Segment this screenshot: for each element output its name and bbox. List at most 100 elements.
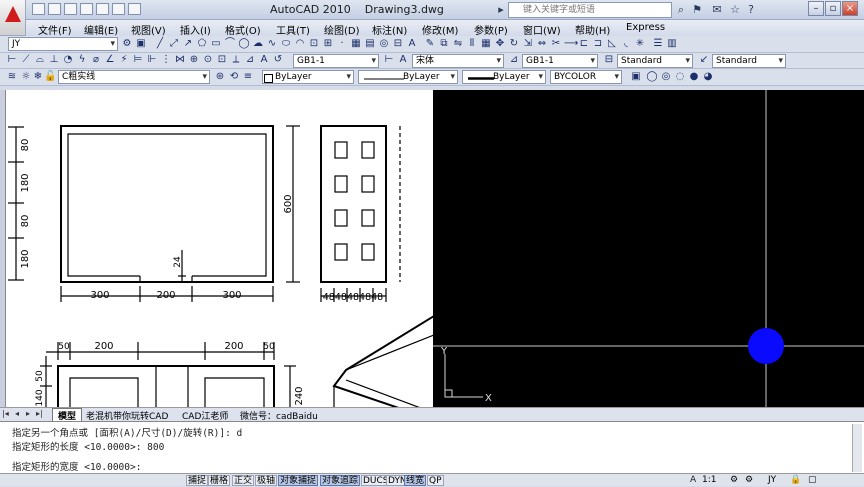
chamfer-icon[interactable]: ◺: [606, 38, 618, 50]
layer-states-icon[interactable]: ≡: [242, 71, 254, 83]
grid-toggle[interactable]: 栅格: [208, 475, 231, 486]
continue-dim-icon[interactable]: ⊩: [146, 54, 158, 66]
qp-toggle[interactable]: QP: [427, 475, 444, 486]
open-icon[interactable]: [48, 3, 61, 15]
region-icon[interactable]: ◎: [378, 38, 390, 50]
clean-screen-icon[interactable]: ▢: [808, 475, 817, 485]
lineweight-toggle[interactable]: 线宽: [404, 475, 427, 486]
properties-icon[interactable]: ☰: [652, 38, 664, 50]
make-current-layer-icon[interactable]: ⊛: [214, 71, 226, 83]
hidden-style-icon[interactable]: ◌: [674, 71, 686, 83]
command-prompt[interactable]: 指定矩形的宽度 <10.0000>:: [12, 459, 141, 473]
design-center-icon[interactable]: ▥: [666, 38, 678, 50]
layer-on-icon[interactable]: ☼: [20, 71, 32, 83]
menu-parametric[interactable]: 参数(P): [474, 22, 508, 37]
menu-view[interactable]: 视图(V): [131, 22, 166, 37]
scale-icon[interactable]: ⇲: [522, 38, 534, 50]
search-icon[interactable]: ⌕: [674, 3, 688, 16]
dim-space-icon[interactable]: ⋮: [160, 54, 172, 66]
dimedit-icon[interactable]: ⊿: [244, 54, 256, 66]
offset-icon[interactable]: ⫴: [466, 38, 478, 50]
ordinate-dim-icon[interactable]: ⊥: [48, 54, 60, 66]
trim-icon[interactable]: ✂: [550, 38, 562, 50]
annotation-scale[interactable]: 1:1: [702, 475, 716, 485]
model-viewport[interactable]: Y X: [433, 90, 864, 407]
tab-model[interactable]: 模型: [52, 408, 83, 422]
layer-manager-icon[interactable]: ≋: [6, 71, 18, 83]
hatch-icon[interactable]: ▦: [350, 38, 362, 50]
break-icon[interactable]: ⊏: [578, 38, 590, 50]
join-icon[interactable]: ⊐: [592, 38, 604, 50]
layer-lock-icon[interactable]: 🔓: [44, 71, 56, 83]
mirror-icon[interactable]: ⇋: [452, 38, 464, 50]
center-mark-icon[interactable]: ⊙: [202, 54, 214, 66]
wireframe-3d-icon[interactable]: ◎: [660, 71, 672, 83]
copy-icon[interactable]: ⧉: [438, 38, 450, 50]
wireframe-2d-icon[interactable]: ◯: [646, 71, 658, 83]
menu-tools[interactable]: 工具(T): [276, 22, 310, 37]
menu-insert[interactable]: 插入(I): [180, 22, 211, 37]
restore-button[interactable]: ▫: [825, 1, 841, 16]
dimstyle-manager-icon[interactable]: ⊢: [383, 54, 395, 66]
plotstyle-combo[interactable]: BYCOLOR: [550, 70, 622, 84]
diameter-dim-icon[interactable]: ⌀: [90, 54, 102, 66]
subscription-icon[interactable]: ⚑: [690, 3, 704, 16]
inspect-icon[interactable]: ⊡: [216, 54, 228, 66]
command-window[interactable]: 指定另一个角点或 [面积(A)/尺寸(D)/旋转(R)]: d 指定矩形的长度 …: [0, 421, 864, 473]
dimstyle-combo[interactable]: GB1-1: [293, 54, 379, 68]
menu-format[interactable]: 格式(O): [225, 22, 261, 37]
polygon-icon[interactable]: ⬠: [196, 38, 208, 50]
save-icon[interactable]: [64, 3, 77, 15]
visual-styles-icon[interactable]: ▣: [630, 71, 642, 83]
erase-icon[interactable]: ✎: [424, 38, 436, 50]
menu-modify[interactable]: 修改(M): [422, 22, 458, 37]
tolerance-icon[interactable]: ⊕: [188, 54, 200, 66]
lock-icon[interactable]: 🔒: [790, 475, 801, 485]
workspace-combo[interactable]: JY: [8, 37, 118, 51]
make-block-icon[interactable]: ⊞: [322, 38, 334, 50]
jogged-dim-icon[interactable]: ϟ: [76, 54, 88, 66]
table-style-icon[interactable]: ⊟: [603, 54, 615, 66]
infocenter-arrow-icon[interactable]: ▸: [494, 3, 508, 16]
point-icon[interactable]: ·: [336, 38, 348, 50]
layer-combo[interactable]: C粗实线: [58, 70, 210, 84]
menu-edit[interactable]: 编辑(E): [84, 22, 118, 37]
tab-nav-first-icon[interactable]: |◂: [2, 409, 9, 418]
menu-file[interactable]: 文件(F): [38, 22, 72, 37]
table-style-combo[interactable]: Standard: [617, 54, 693, 68]
arc-length-icon[interactable]: ⌓: [34, 54, 46, 66]
plot-icon[interactable]: [128, 3, 141, 15]
line-icon[interactable]: ╱: [154, 38, 166, 50]
aligned-dim-icon[interactable]: ⟋: [20, 54, 32, 66]
menu-dimension[interactable]: 标注(N): [372, 22, 407, 37]
multileader-style-combo[interactable]: Standard: [712, 54, 786, 68]
spline-icon[interactable]: ∿: [266, 38, 278, 50]
color-combo[interactable]: ByLayer: [262, 70, 354, 84]
menu-window[interactable]: 窗口(W): [523, 22, 561, 37]
osnap-toggle[interactable]: 对象捕捉: [278, 475, 319, 486]
ellipse-arc-icon[interactable]: ◠: [294, 38, 306, 50]
menu-help[interactable]: 帮助(H): [575, 22, 610, 37]
workspace-icon[interactable]: ▣: [135, 38, 147, 50]
linear-dim-icon[interactable]: ⊢: [6, 54, 18, 66]
save-as-icon[interactable]: [80, 3, 93, 15]
dimstyle2-icon[interactable]: ⊿: [508, 54, 520, 66]
revcloud-icon[interactable]: ☁: [252, 38, 264, 50]
multileader-style-icon[interactable]: ↙: [698, 54, 710, 66]
drawing-area-paper[interactable]: 80 180 80 180 300 200 300 600 24 4848484…: [5, 90, 433, 407]
command-scrollbar[interactable]: [852, 424, 862, 472]
annotation-scale-icon[interactable]: A: [690, 475, 696, 485]
fillet-icon[interactable]: ◟: [620, 38, 632, 50]
dimstyle2-combo[interactable]: GB1-1: [522, 54, 598, 68]
favorites-icon[interactable]: ☆: [728, 3, 742, 16]
insert-block-icon[interactable]: ⊡: [308, 38, 320, 50]
minimize-button[interactable]: –: [808, 1, 824, 16]
otrack-toggle[interactable]: 对象追踪: [320, 475, 361, 486]
construction-line-icon[interactable]: ⤢: [168, 38, 180, 50]
close-button[interactable]: ×: [842, 1, 858, 16]
workspace-switch-icon[interactable]: ⚙: [745, 475, 753, 485]
workspace-settings-icon[interactable]: ⚙: [121, 38, 133, 50]
application-menu-button[interactable]: [0, 0, 26, 36]
rectangle-icon[interactable]: ▭: [210, 38, 222, 50]
baseline-dim-icon[interactable]: ⊨: [132, 54, 144, 66]
